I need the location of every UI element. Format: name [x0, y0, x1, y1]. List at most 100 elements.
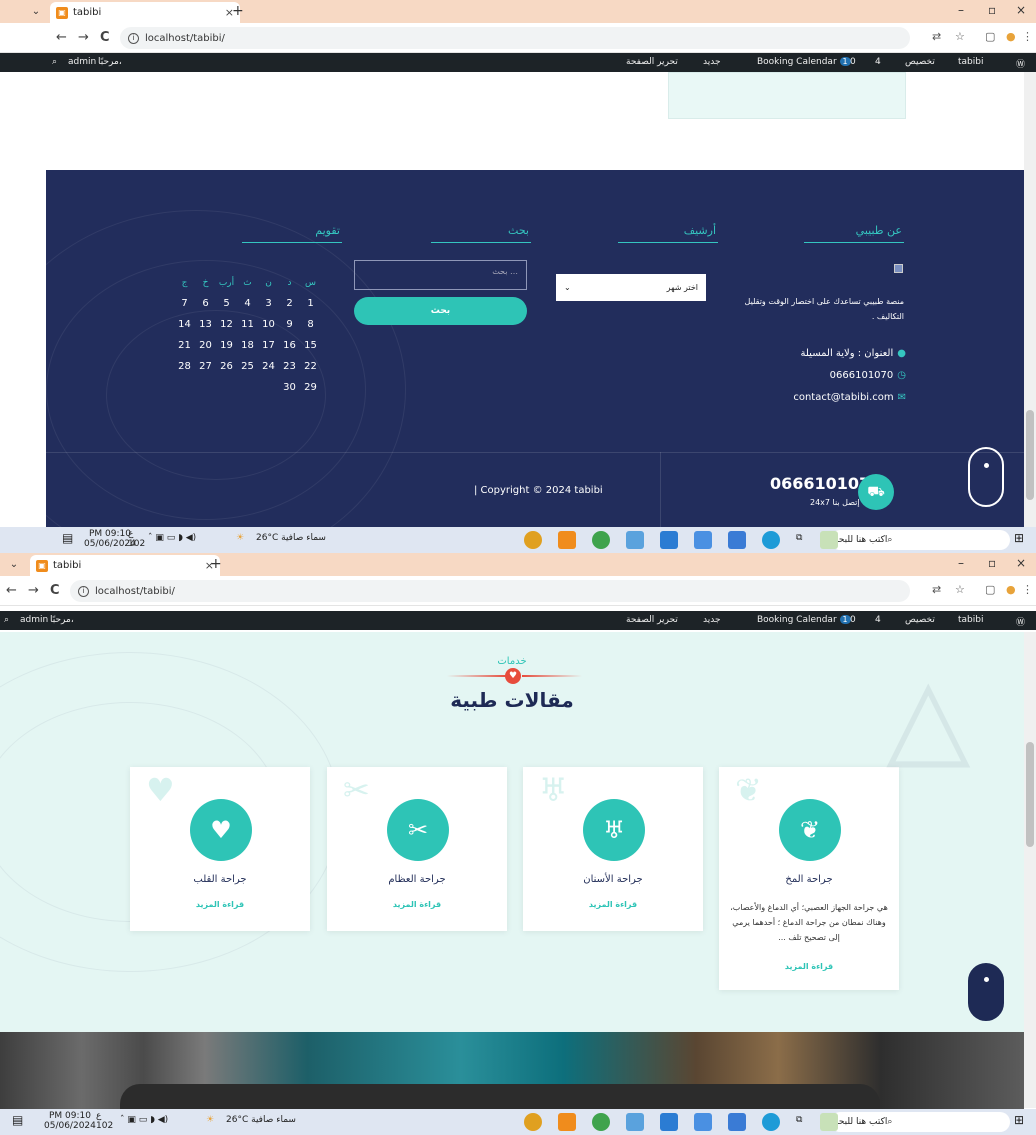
calendar-day[interactable]: 17	[258, 335, 279, 356]
admin-edit-page[interactable]: تحرير الصفحة	[626, 615, 678, 625]
calendar-day[interactable]: 22	[300, 356, 321, 377]
admin-comments-count[interactable]: 0	[850, 57, 856, 67]
calendar-day[interactable]: 7	[174, 293, 195, 314]
tab-list-button[interactable]: ⌄	[24, 0, 48, 23]
admin-new-button[interactable]: جديد	[703, 615, 721, 625]
system-tray-icons[interactable]: ˆ ▣ ▭ ◗ ◀)	[120, 1115, 168, 1125]
xampp-icon[interactable]	[558, 1113, 576, 1131]
forward-button[interactable]: →	[28, 583, 39, 598]
calendar-day[interactable]: 26	[216, 356, 237, 377]
store-icon[interactable]	[694, 1113, 712, 1131]
calendar-day[interactable]: 8	[300, 314, 321, 335]
system-tray-icons[interactable]: ˆ ▣ ▭ ◗ ◀)	[148, 533, 196, 543]
new-tab-button[interactable]: +	[210, 556, 222, 572]
admin-search-icon[interactable]: ⌕	[4, 615, 9, 625]
reload-button[interactable]: C	[100, 30, 110, 45]
read-more-link[interactable]: قراءة المزيد	[719, 962, 899, 971]
admin-site-name[interactable]: tabibi	[958, 57, 983, 67]
read-more-link[interactable]: قراءة المزيد	[327, 900, 507, 909]
calendar-day[interactable]: 4	[237, 293, 258, 314]
calendar-day[interactable]: 1	[300, 293, 321, 314]
service-card-title[interactable]: جراحة الأسنان	[523, 874, 703, 885]
site-info-icon[interactable]: i	[128, 32, 139, 44]
profile-icon[interactable]: ●	[1006, 30, 1016, 43]
translate-icon[interactable]: ⇄	[932, 30, 941, 43]
service-card[interactable]: ✂ ✂ جراحة العظام قراءة المزيد	[327, 767, 507, 931]
page-scrollbar[interactable]	[1024, 632, 1036, 1108]
calendar-day[interactable]: 5	[216, 293, 237, 314]
admin-edit-page[interactable]: تحرير الصفحة	[626, 57, 678, 67]
app-icon[interactable]	[626, 1113, 644, 1131]
close-window-button[interactable]: ×	[1016, 556, 1026, 570]
scrollbar-thumb[interactable]	[1026, 410, 1034, 500]
scroll-to-top-button[interactable]	[968, 447, 1004, 507]
browser-menu-icon[interactable]: ⋮	[1022, 30, 1033, 43]
back-button[interactable]: ←	[6, 583, 17, 598]
calendar-day[interactable]: 11	[237, 314, 258, 335]
admin-user-name[interactable]: admin	[68, 57, 96, 67]
windows-start-icon[interactable]: ⊞	[1014, 1113, 1024, 1127]
edge-browser-icon[interactable]	[762, 531, 780, 549]
admin-new-button[interactable]: جديد	[703, 57, 721, 67]
edge-browser-icon[interactable]	[762, 1113, 780, 1131]
bookmark-star-icon[interactable]: ☆	[955, 583, 965, 596]
taskbar-widget-icon[interactable]	[820, 1113, 838, 1131]
service-card-title[interactable]: جراحة القلب	[130, 874, 310, 885]
admin-updates-count[interactable]: 4	[875, 57, 881, 67]
page-scrollbar[interactable]	[1024, 72, 1036, 528]
file-explorer-icon[interactable]	[728, 1113, 746, 1131]
calendar-day[interactable]: 14	[174, 314, 195, 335]
calendar-day[interactable]: 18	[237, 335, 258, 356]
browser-tab[interactable]: ▣ tabibi ×	[30, 555, 220, 576]
admin-booking-calendar[interactable]: Booking Calendar 1	[757, 57, 851, 67]
service-card-title[interactable]: جراحة العظام	[327, 874, 507, 885]
calendar-day[interactable]: 16	[279, 335, 300, 356]
chrome-variant-icon[interactable]	[592, 1113, 610, 1131]
task-view-icon[interactable]: ⧉	[796, 533, 802, 543]
tab-list-button[interactable]: ⌄	[2, 553, 26, 576]
service-card[interactable]: ♅ ♅ جراحة الأسنان قراءة المزيد	[523, 767, 703, 931]
calendar-day[interactable]: 27	[195, 356, 216, 377]
wordpress-logo-icon[interactable]: Ⓦ	[1016, 615, 1025, 628]
calendar-day[interactable]: 20	[195, 335, 216, 356]
reload-button[interactable]: C	[50, 583, 60, 598]
mail-icon[interactable]	[660, 531, 678, 549]
scrollbar-thumb[interactable]	[1026, 742, 1034, 847]
scroll-to-top-button[interactable]	[968, 963, 1004, 1021]
archive-month-select[interactable]: ⌄ اختر شهر	[556, 274, 706, 301]
calendar-day[interactable]: 12	[216, 314, 237, 335]
calendar-day[interactable]: 9	[279, 314, 300, 335]
calendar-day[interactable]: 10	[258, 314, 279, 335]
taskbar-widget-icon[interactable]	[820, 531, 838, 549]
calendar-day[interactable]: 30	[279, 377, 300, 398]
phone-line[interactable]: 0666101070 ◷	[830, 370, 906, 381]
file-explorer-icon[interactable]	[728, 531, 746, 549]
service-card-title[interactable]: جراحة المخ	[719, 874, 899, 885]
profile-icon[interactable]: ●	[1006, 583, 1016, 596]
read-more-link[interactable]: قراءة المزيد	[130, 900, 310, 909]
calendar-day[interactable]: 24	[258, 356, 279, 377]
taskbar-search[interactable]: ⌕ اكتب هنا للبحث	[830, 1112, 1010, 1132]
admin-customize[interactable]: تخصيص	[905, 57, 935, 67]
minimize-button[interactable]: –	[958, 556, 964, 570]
chrome-icon[interactable]	[524, 1113, 542, 1131]
admin-booking-calendar[interactable]: Booking Calendar 1	[757, 615, 851, 625]
calendar-day[interactable]: 25	[237, 356, 258, 377]
email-line[interactable]: contact@tabibi.com ✉	[793, 392, 906, 403]
calendar-day[interactable]: 13	[195, 314, 216, 335]
footer-search-input[interactable]: بحث …	[354, 260, 527, 290]
browser-menu-icon[interactable]: ⋮	[1022, 583, 1033, 596]
read-more-link[interactable]: قراءة المزيد	[523, 900, 703, 909]
xampp-icon[interactable]	[558, 531, 576, 549]
calendar-day[interactable]: 28	[174, 356, 195, 377]
calendar-day[interactable]: 29	[300, 377, 321, 398]
minimize-button[interactable]: –	[958, 3, 964, 17]
calendar-day[interactable]: 23	[279, 356, 300, 377]
windows-start-icon[interactable]: ⊞	[1014, 531, 1024, 545]
admin-comments-count[interactable]: 0	[850, 615, 856, 625]
site-info-icon[interactable]: i	[78, 585, 89, 597]
new-tab-button[interactable]: +	[232, 3, 244, 19]
footer-search-button[interactable]: بحث	[354, 297, 527, 325]
taskbar-search[interactable]: ⌕ اكتب هنا للبحث	[830, 530, 1010, 550]
admin-search-icon[interactable]: ⌕	[52, 57, 57, 67]
